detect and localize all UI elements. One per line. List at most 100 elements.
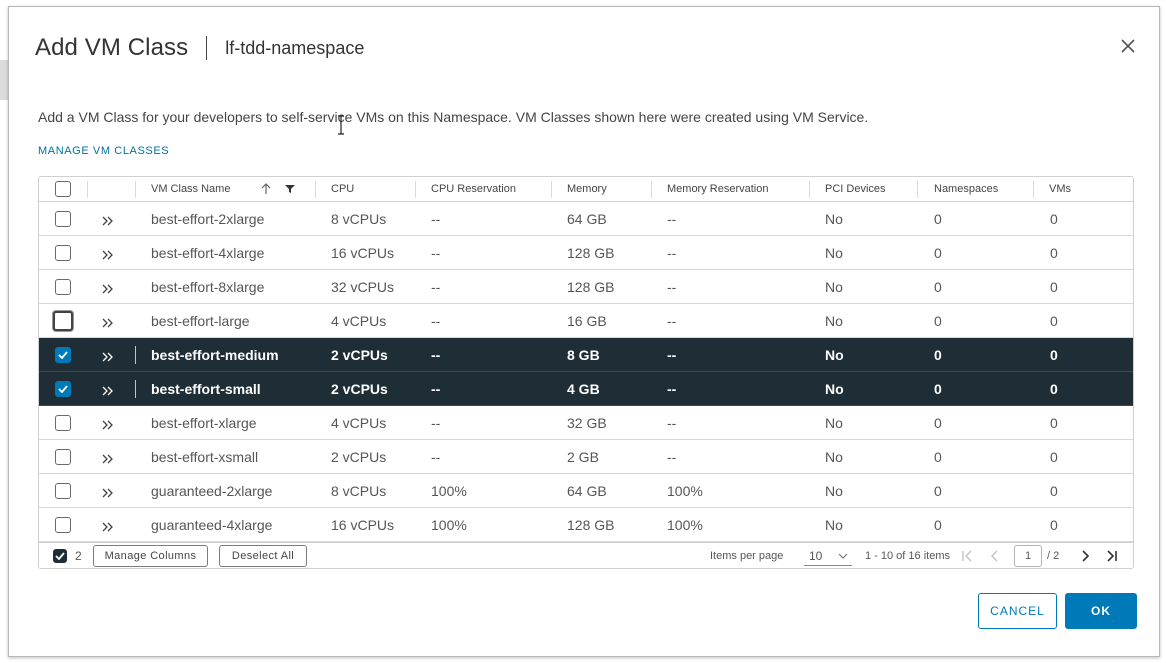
cell-cpu: 16 vCPUs (331, 516, 395, 533)
items-per-page-select[interactable]: 10 (804, 546, 852, 566)
column-label: Namespaces (934, 183, 999, 195)
row-checkbox[interactable] (55, 482, 71, 499)
grid-footer: 2 Manage Columns Deselect All Items per … (39, 542, 1133, 568)
table-row[interactable]: best-effort-small 2 vCPUs -- 4 GB -- No 0 0 (39, 372, 1133, 406)
table-row[interactable]: best-effort-medium 2 vCPUs -- 8 GB -- No 0 0 (39, 338, 1133, 372)
cell-cpu-reservation: -- (431, 346, 441, 363)
deselect-all-button[interactable]: Deselect All (219, 545, 307, 567)
column-header-cpu[interactable]: CPU (331, 177, 354, 201)
column-header-cpu-reservation[interactable]: CPU Reservation (431, 177, 516, 201)
column-label: CPU Reservation (431, 183, 516, 195)
row-checkbox[interactable] (55, 380, 71, 397)
cell-cpu-reservation: 100% (431, 516, 467, 533)
table-row[interactable]: best-effort-xlarge 4 vCPUs -- 32 GB -- No 0 0 (39, 406, 1133, 440)
cell-vm-class-name: best-effort-8xlarge (151, 278, 265, 295)
dialog-header: Add VM Class lf-tdd-namespace (35, 33, 364, 63)
table-row[interactable]: best-effort-2xlarge 8 vCPUs -- 64 GB -- No 0 0 (39, 202, 1133, 236)
dialog-subtitle: lf-tdd-namespace (225, 37, 365, 58)
cell-vms: 0 (1050, 312, 1058, 329)
table-row[interactable]: best-effort-8xlarge 32 vCPUs -- 128 GB -- No 0… (39, 270, 1133, 304)
pagination-range: 1 - 10 of 16 items (865, 550, 950, 562)
cell-memory: 128 GB (567, 516, 615, 533)
manage-vm-classes-link[interactable]: MANAGE VM CLASSES (38, 145, 169, 157)
cell-vms: 0 (1050, 414, 1058, 431)
row-checkbox[interactable] (55, 414, 71, 431)
row-checkbox[interactable] (55, 244, 71, 261)
last-page-icon[interactable] (1105, 549, 1119, 563)
cell-vm-class-name: best-effort-xlarge (151, 414, 257, 431)
cell-pci-devices: No (825, 244, 843, 261)
cell-vm-class-name: best-effort-small (151, 380, 261, 397)
row-checkbox[interactable] (55, 210, 71, 227)
cell-vm-class-name: guaranteed-4xlarge (151, 516, 273, 533)
next-page-icon[interactable] (1078, 549, 1092, 563)
cell-cpu: 4 vCPUs (331, 312, 387, 329)
ok-button[interactable]: OK (1065, 593, 1137, 629)
column-header-memory[interactable]: Memory (567, 177, 607, 201)
expand-row-icon[interactable] (101, 418, 115, 432)
cell-vm-class-name: best-effort-large (151, 312, 250, 329)
expand-row-icon[interactable] (101, 350, 115, 364)
column-header-pci-devices[interactable]: PCI Devices (825, 177, 886, 201)
cell-pci-devices: No (825, 380, 844, 397)
dialog-title: Add VM Class (35, 34, 189, 61)
expand-row-icon[interactable] (101, 282, 115, 296)
cell-cpu-reservation: -- (431, 414, 441, 431)
row-divider (135, 380, 136, 398)
cell-pci-devices: No (825, 346, 844, 363)
expand-row-icon[interactable] (101, 248, 115, 262)
cell-vms: 0 (1050, 482, 1058, 499)
cancel-button[interactable]: CANCEL (978, 593, 1057, 629)
cell-pci-devices: No (825, 516, 843, 533)
cell-cpu: 2 vCPUs (331, 346, 388, 363)
current-page-input[interactable]: 1 (1014, 545, 1042, 567)
column-header-name[interactable]: VM Class Name (151, 177, 230, 201)
cell-cpu: 8 vCPUs (331, 482, 387, 499)
filter-icon[interactable] (285, 177, 295, 201)
row-divider (135, 346, 136, 364)
expand-row-icon[interactable] (101, 384, 115, 398)
expand-row-icon[interactable] (101, 452, 115, 466)
column-header-vms[interactable]: VMs (1049, 177, 1071, 201)
close-icon[interactable] (1119, 37, 1137, 55)
table-row[interactable]: best-effort-xsmall 2 vCPUs -- 2 GB -- No 0 0 (39, 440, 1133, 474)
row-checkbox[interactable] (55, 278, 71, 295)
cell-memory-reservation: 100% (667, 482, 703, 499)
background-app-edge (0, 60, 8, 100)
vm-class-datagrid: VM Class Name CPU CPU Reservation Memory… (38, 176, 1134, 569)
cell-cpu-reservation: -- (431, 210, 441, 227)
selection-count-checkbox[interactable] (53, 549, 67, 563)
items-per-page-label: Items per page (710, 550, 784, 562)
cell-vms: 0 (1050, 346, 1058, 363)
expand-row-icon[interactable] (101, 316, 115, 330)
column-divider (551, 181, 552, 198)
column-divider (315, 181, 316, 198)
cell-memory-reservation: -- (667, 312, 677, 329)
sort-ascending-icon[interactable] (261, 177, 271, 201)
expand-row-icon[interactable] (101, 214, 115, 228)
row-checkbox[interactable] (55, 516, 71, 533)
first-page-icon[interactable] (960, 549, 974, 563)
previous-page-icon[interactable] (988, 549, 1002, 563)
table-row[interactable]: guaranteed-4xlarge 16 vCPUs 100% 128 GB 100%… (39, 508, 1133, 542)
column-header-memory-reservation[interactable]: Memory Reservation (667, 177, 768, 201)
cell-vm-class-name: best-effort-4xlarge (151, 244, 265, 261)
cell-memory: 128 GB (567, 278, 615, 295)
expand-row-icon[interactable] (101, 486, 115, 500)
cell-vms: 0 (1050, 448, 1058, 465)
row-checkbox[interactable] (55, 448, 71, 465)
cell-vms: 0 (1050, 278, 1058, 295)
select-all-checkbox[interactable] (55, 181, 71, 197)
cell-pci-devices: No (825, 414, 843, 431)
expand-row-icon[interactable] (101, 520, 115, 534)
column-header-namespaces[interactable]: Namespaces (934, 177, 998, 201)
manage-columns-button[interactable]: Manage Columns (93, 545, 208, 567)
row-checkbox[interactable] (55, 346, 71, 363)
cell-cpu-reservation: -- (431, 448, 441, 465)
cell-namespaces: 0 (934, 346, 942, 363)
table-row[interactable]: best-effort-large 4 vCPUs -- 16 GB -- No 0 0 (39, 304, 1133, 338)
row-checkbox[interactable] (53, 310, 73, 331)
cell-cpu-reservation: -- (431, 380, 441, 397)
table-row[interactable]: guaranteed-2xlarge 8 vCPUs 100% 64 GB 100% No… (39, 474, 1133, 508)
table-row[interactable]: best-effort-4xlarge 16 vCPUs -- 128 GB -- No 0… (39, 236, 1133, 270)
